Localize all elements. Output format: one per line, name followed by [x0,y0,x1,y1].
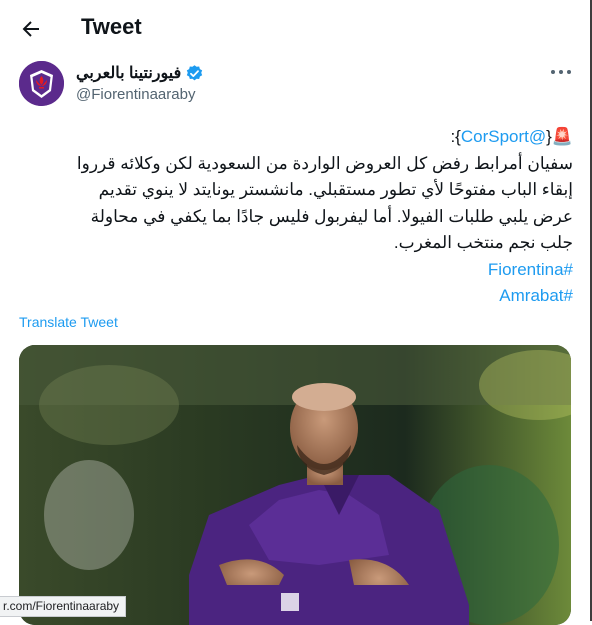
tweet-line-2: إبقاء الباب مفتوحًا لأي تطور مستقبلي. ما… [98,180,573,199]
status-url-tooltip: r.com/Fiorentinaaraby [0,596,127,617]
translate-tweet-link[interactable]: Translate Tweet [19,314,118,330]
author-name[interactable]: فيورنتينا بالعربي [76,63,181,83]
tweet-line-1: سفيان أمرابط رفض كل العروض الواردة من ال… [76,153,573,173]
more-options-icon[interactable] [549,62,573,82]
tweet-line-4: جلب نجم منتخب المغرب. [393,233,573,252]
tweet-header: Tweet [0,0,590,56]
tweet-photo[interactable] [19,345,571,625]
verified-badge-icon [187,64,203,80]
tweet-text: 🚨{@CorSport}: سفيان أمرابط رفض كل العروض… [18,124,573,310]
hashtag-amrabat[interactable]: #Amrabat [18,283,573,310]
fiorentina-lily-logo [19,61,64,106]
source-suffix: }: [450,127,461,146]
tweet-source-line: 🚨{@CorSport}: [450,127,573,146]
mention-link[interactable]: @CorSport [461,127,546,146]
hashtag-fiorentina[interactable]: #Fiorentina [18,257,573,284]
player-photo [19,345,571,625]
tweet-line-3: عرض يلبي طلبات الفيولا. أما ليفربول فليس… [90,206,573,226]
author-name-row[interactable]: فيورنتينا بالعربي [76,63,204,83]
avatar[interactable] [19,61,64,106]
page-title: Tweet [81,14,142,39]
author-handle[interactable]: @Fiorentinaaraby [76,86,195,103]
arrow-left-icon[interactable] [19,17,43,41]
siren-icon: 🚨 [551,127,573,146]
